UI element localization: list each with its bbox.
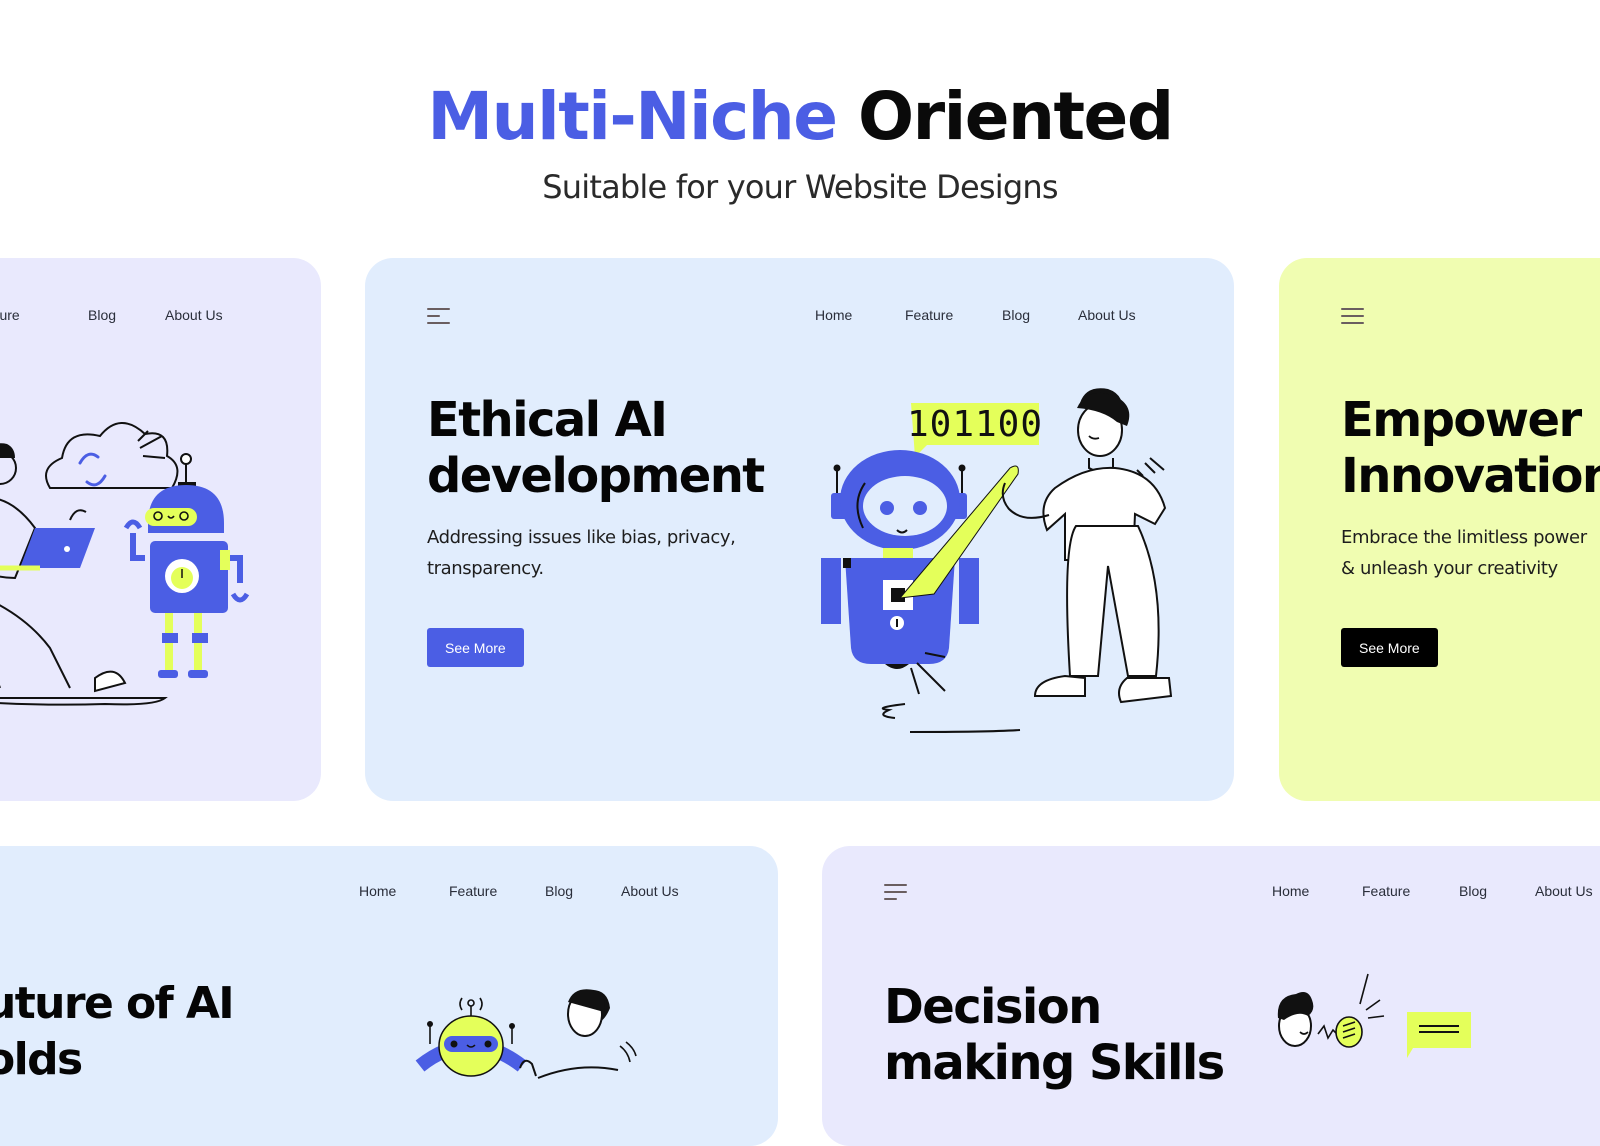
speech-bubble bbox=[1407, 1012, 1471, 1058]
illustration-person-lightbulb bbox=[1277, 973, 1471, 1058]
template-card-future-of-ai[interactable]: Home Feature Blog About Us uture of AI o… bbox=[0, 846, 778, 1146]
hamburger-menu-icon[interactable] bbox=[1341, 308, 1367, 328]
illustration-person-laptop-robot bbox=[0, 422, 250, 706]
section-title: Multi-Niche Oriented bbox=[0, 78, 1600, 155]
template-card-ai-assistant[interactable]: eature Blog About Us bbox=[0, 258, 321, 801]
speech-bubble-text: 101100 bbox=[907, 404, 1043, 445]
template-card-decision-making[interactable]: Home Feature Blog About Us Decision maki… bbox=[822, 846, 1600, 1146]
card-headline: Empower Innovation bbox=[1341, 392, 1600, 504]
cloud-icon bbox=[45, 422, 179, 489]
template-card-ethical-ai[interactable]: Home Feature Blog About Us Ethical AI de… bbox=[365, 258, 1234, 801]
card-description: Embrace the limitless power & unleash yo… bbox=[1341, 522, 1587, 584]
section-title-accent: Multi-Niche bbox=[427, 78, 838, 155]
section-title-rest: Oriented bbox=[857, 78, 1174, 155]
description-line-2: & unleash your creativity bbox=[1341, 558, 1558, 579]
section-subtitle: Suitable for your Website Designs bbox=[542, 168, 1058, 206]
illustration-robot-person: 101100 bbox=[821, 388, 1173, 733]
headline-line-2: Innovation bbox=[1341, 448, 1600, 504]
lightbulb-icon bbox=[1335, 1016, 1363, 1048]
template-card-empower-innovation[interactable]: Empower Innovation Embrace the limitless… bbox=[1279, 258, 1600, 801]
illustration-robot-waving-person bbox=[415, 989, 637, 1079]
laptop-icon bbox=[20, 528, 95, 568]
description-line-1: Embrace the limitless power bbox=[1341, 527, 1587, 548]
headline-line-1: Empower bbox=[1341, 392, 1582, 448]
see-more-button[interactable]: See More bbox=[1341, 628, 1438, 667]
sync-icon bbox=[78, 452, 107, 487]
